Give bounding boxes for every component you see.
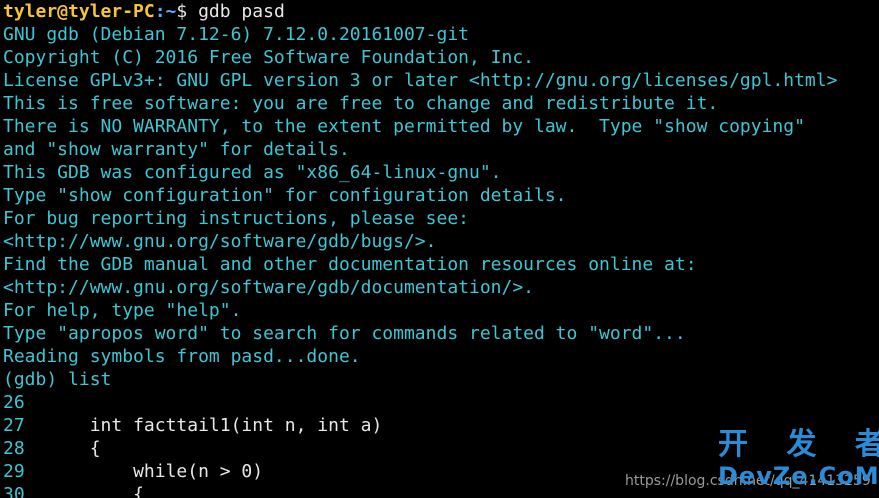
line-number: 27: [3, 415, 25, 436]
watermark-logo-top: 开 发 者: [718, 427, 879, 462]
terminal-window[interactable]: tyler@tyler-PC:~$ gdb pasd GNU gdb (Debi…: [0, 0, 879, 498]
gdb-command-line: (gdb) list: [3, 369, 112, 390]
output-line: This GDB was configured as "x86_64-linux…: [3, 162, 502, 183]
output-line: and "show warranty" for details.: [3, 139, 350, 160]
code-text: while(n > 0): [89, 461, 264, 482]
output-line: Copyright (C) 2016 Free Software Foundat…: [3, 47, 535, 68]
prompt-line: tyler@tyler-PC:~$ gdb pasd: [3, 0, 879, 23]
output-line: There is NO WARRANTY, to the extent perm…: [3, 116, 805, 137]
line-number: 26: [3, 392, 25, 413]
code-text: {: [89, 438, 101, 459]
line-number: 29: [3, 461, 25, 482]
watermark-logo: 开 发 者 DevZe.CoM: [718, 427, 879, 496]
code-text: {: [89, 484, 144, 498]
prompt-user-host: tyler@tyler-PC: [3, 1, 155, 22]
prompt-command: $ gdb pasd: [176, 1, 285, 22]
output-line: This is free software: you are free to c…: [3, 93, 719, 114]
output-line: For help, type "help".: [3, 300, 242, 321]
output-line: For bug reporting instructions, please s…: [3, 208, 469, 229]
listing-line: 26: [3, 391, 879, 414]
output-line: Find the GDB manual and other documentat…: [3, 254, 697, 275]
output-line: Type "show configuration" for configurat…: [3, 185, 567, 206]
terminal-output: tyler@tyler-PC:~$ gdb pasd GNU gdb (Debi…: [3, 0, 879, 498]
output-line: Type "apropos word" to search for comman…: [3, 323, 686, 344]
line-number: 28: [3, 438, 25, 459]
code-text: int facttail1(int n, int a): [89, 415, 383, 436]
output-line: <http://www.gnu.org/software/gdb/bugs/>.: [3, 231, 437, 252]
output-line: <http://www.gnu.org/software/gdb/documen…: [3, 277, 535, 298]
output-line: Reading symbols from pasd...done.: [3, 346, 361, 367]
output-line: License GPLv3+: GNU GPL version 3 or lat…: [3, 70, 838, 91]
watermark-logo-bottom: DevZe.CoM: [718, 462, 879, 490]
line-number: 30: [3, 484, 25, 498]
output-line: GNU gdb (Debian 7.12-6) 7.12.0.20161007-…: [3, 24, 469, 45]
prompt-path: :~: [154, 1, 177, 22]
